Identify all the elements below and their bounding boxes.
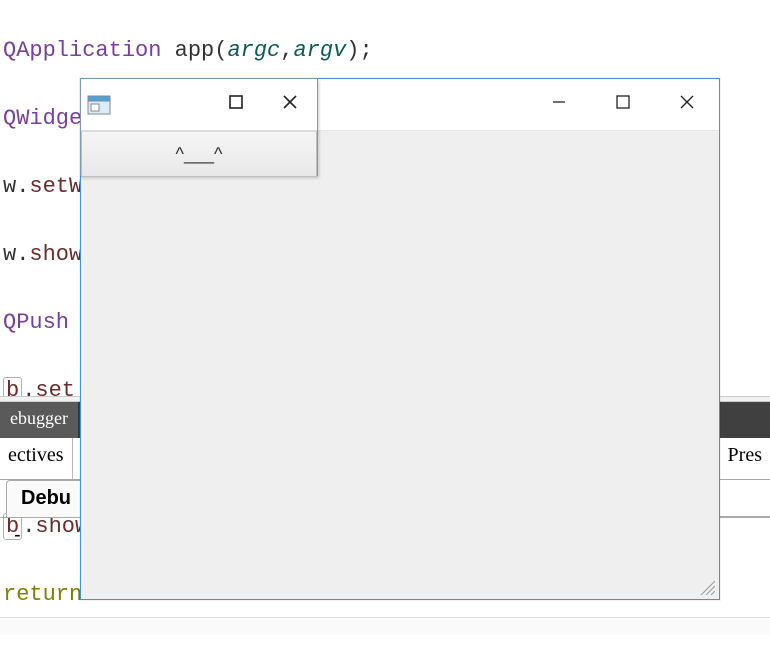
status-strip	[0, 617, 770, 635]
minimize-button[interactable]	[527, 79, 591, 131]
pushbutton-window: ^___^	[80, 78, 318, 176]
close-button[interactable]	[655, 79, 719, 131]
tab-debugger[interactable]: ebugger	[0, 402, 79, 438]
minimize-icon	[551, 92, 567, 117]
close-icon	[282, 92, 298, 117]
app-icon	[81, 79, 117, 131]
maximize-icon	[615, 92, 631, 117]
resize-grip[interactable]	[697, 577, 715, 595]
close-icon	[679, 92, 695, 117]
close-button[interactable]	[263, 79, 317, 131]
push-button[interactable]: ^___^	[81, 131, 317, 177]
perspectives-label: ectives	[0, 438, 73, 479]
maximize-icon	[228, 92, 244, 117]
code-line-1: QApplication app(argc,argv);	[3, 34, 770, 68]
maximize-button[interactable]	[209, 79, 263, 131]
titlebar[interactable]	[81, 79, 317, 131]
client-area	[81, 131, 719, 599]
maximize-button[interactable]	[591, 79, 655, 131]
sub-tab-debug[interactable]: Debu	[6, 480, 86, 517]
preset-label: Pres	[719, 438, 770, 479]
